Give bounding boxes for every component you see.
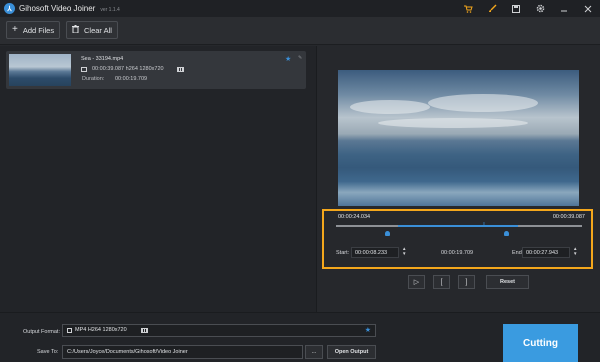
file-list-item[interactable]: Sea - 33194.mp4 00:00:39.087 h264 1280x7… — [6, 51, 306, 89]
duration-label: Duration: — [82, 76, 105, 82]
trim-start-time: 00:00:24.034 — [338, 214, 371, 220]
output-bar: Output Format: MP4 H264 1280x720 ★ Save … — [0, 312, 600, 362]
format-icon — [67, 328, 72, 333]
app-logo-letter: ⅄ — [7, 5, 12, 13]
trim-panel: 00:00:24.034 00:00:39.087 I Start: 00:00… — [322, 209, 593, 269]
timeline-track[interactable] — [336, 225, 582, 227]
mark-out-icon: ] — [465, 278, 468, 286]
end-handle[interactable] — [504, 231, 509, 236]
save-path-input[interactable]: C:/Users/Joyce/Documents/Gihosoft/Video … — [62, 345, 303, 359]
app-title: Gihosoft Video Joiner — [19, 4, 96, 13]
timeline-selection — [398, 225, 518, 227]
clear-all-button[interactable]: Clear All — [66, 21, 118, 39]
spin-down-icon[interactable]: ▼ — [573, 251, 577, 256]
spin-down-icon[interactable]: ▼ — [402, 251, 406, 256]
file-list: Sea - 33194.mp4 00:00:39.087 h264 1280x7… — [0, 46, 317, 312]
star-icon[interactable]: ★ — [285, 55, 291, 63]
trim-end-time: 00:00:39.087 — [552, 214, 585, 220]
end-time-spinner[interactable]: ▲ ▼ — [573, 246, 577, 256]
add-files-button[interactable]: + Add Files — [6, 21, 61, 39]
file-meta: 00:00:39.087 h264 1280x720 — [92, 66, 164, 72]
start-time-input[interactable]: 00:00:08.233 — [351, 247, 399, 258]
play-button[interactable]: ▷ — [408, 275, 425, 289]
titlebar-icons — [456, 0, 600, 17]
video-preview — [338, 70, 579, 206]
browse-button[interactable]: ... — [305, 345, 323, 359]
gear-icon[interactable] — [528, 0, 552, 17]
selection-duration: 00:00:19.709 — [441, 250, 474, 256]
video-cloud — [378, 118, 528, 128]
film-icon — [177, 67, 184, 72]
film-icon — [141, 328, 148, 333]
video-cloud — [350, 100, 430, 114]
trash-icon — [72, 24, 79, 36]
file-format-icon — [81, 67, 87, 72]
start-time-spinner[interactable]: ▲ ▼ — [402, 246, 406, 256]
start-label: Start: — [336, 250, 350, 256]
app-logo-icon: ⅄ — [4, 3, 15, 14]
reset-button[interactable]: Reset — [486, 275, 529, 289]
output-format-value: MP4 H264 1280x720 — [75, 327, 127, 333]
duration-value: 00:00:19.709 — [115, 76, 148, 82]
brush-icon[interactable] — [480, 0, 504, 17]
save-icon[interactable] — [504, 0, 528, 17]
mark-in-button[interactable]: [ — [433, 275, 450, 289]
video-cloud — [428, 94, 538, 112]
clear-all-label: Clear All — [84, 25, 112, 35]
toolbar: + Add Files Clear All — [0, 17, 600, 45]
start-handle[interactable] — [385, 231, 390, 236]
plus-icon: + — [12, 24, 18, 35]
title-bar: ⅄ Gihosoft Video Joiner ver 1.1.4 — [0, 0, 600, 17]
cutting-button[interactable]: Cutting — [503, 324, 578, 362]
output-format-select[interactable]: MP4 H264 1280x720 ★ — [62, 324, 376, 337]
app-version: ver 1.1.4 — [100, 6, 120, 13]
video-thumbnail — [9, 54, 71, 86]
close-icon[interactable] — [576, 0, 600, 17]
star-icon[interactable]: ★ — [365, 326, 371, 334]
open-output-button[interactable]: Open Output — [327, 345, 376, 359]
mark-out-button[interactable]: ] — [458, 275, 475, 289]
mark-in-icon: [ — [440, 278, 443, 286]
end-time-input[interactable]: 00:00:27.943 — [522, 247, 570, 258]
output-format-label: Output Format: — [23, 329, 60, 335]
cart-icon[interactable] — [456, 0, 480, 17]
preview-panel: 00:00:24.034 00:00:39.087 I Start: 00:00… — [318, 46, 600, 312]
minimize-icon[interactable] — [552, 0, 576, 17]
save-to-label: Save To: — [37, 349, 59, 355]
add-files-label: Add Files — [22, 25, 55, 35]
play-icon: ▷ — [413, 279, 420, 286]
playhead-icon[interactable]: I — [483, 222, 485, 229]
file-name: Sea - 33194.mp4 — [81, 56, 124, 62]
edit-icon[interactable]: ✎ — [298, 55, 302, 61]
